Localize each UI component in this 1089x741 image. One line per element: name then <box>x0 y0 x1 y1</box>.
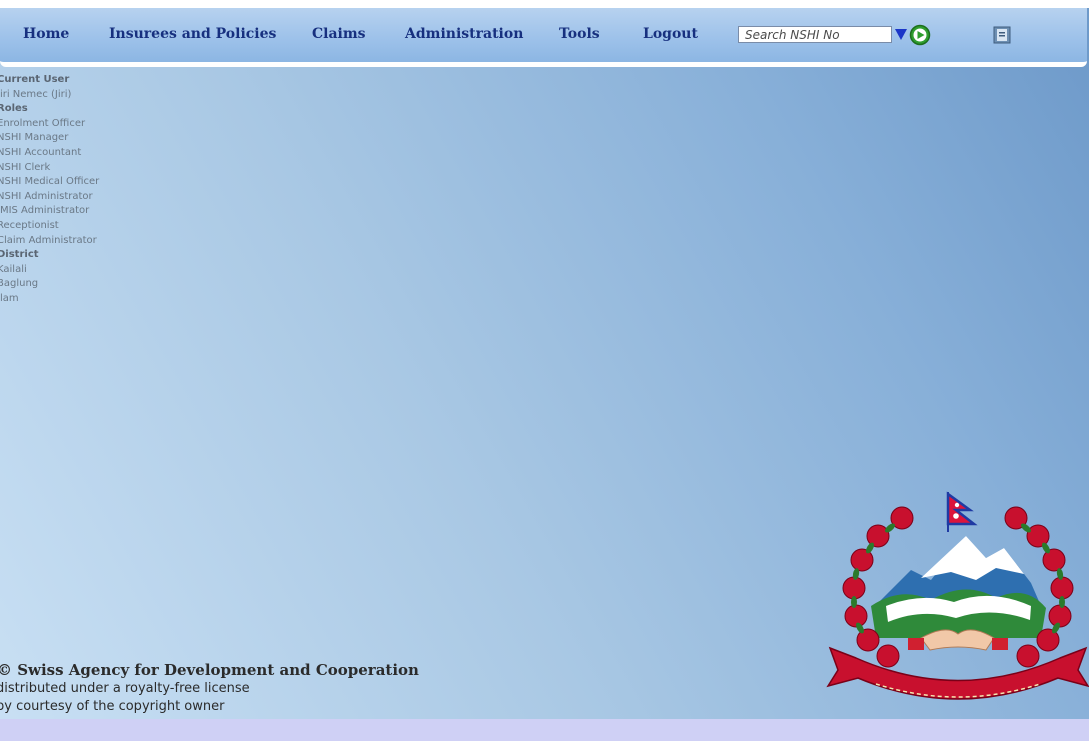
role-item: NSHI Manager <box>0 132 69 144</box>
help-book-icon[interactable] <box>993 26 1011 44</box>
role-item: NSHI Accountant <box>0 146 82 158</box>
courtesy-line: by courtesy of the copyright owner <box>0 699 225 714</box>
district-item: Ilam <box>0 292 19 304</box>
copyright-footer: © Swiss Agency for Development and Coope… <box>0 660 420 716</box>
menu-home[interactable]: Home <box>23 26 69 42</box>
district-item: Kailali <box>0 263 27 275</box>
role-item: NSHI Medical Officer <box>0 176 100 188</box>
roles-label: Roles <box>0 103 28 115</box>
license-line: distributed under a royalty-free license <box>0 681 250 696</box>
main-menu-bar: Home Insurees and Policies Claims Admini… <box>0 8 1087 67</box>
menu-logout[interactable]: Logout <box>643 26 698 42</box>
menu-administration[interactable]: Administration <box>405 26 523 42</box>
user-info-panel: Current User Jiri Nemec (Jiri) Roles Enr… <box>0 73 140 307</box>
role-item: IMIS Administrator <box>0 205 90 217</box>
triangle-down-icon[interactable] <box>895 29 907 40</box>
copyright-line: © Swiss Agency for Development and Coope… <box>0 661 419 679</box>
role-item: Claim Administrator <box>0 234 97 246</box>
bottom-status-bar <box>0 719 1089 741</box>
menu-tools[interactable]: Tools <box>559 26 600 42</box>
role-item: Receptionist <box>0 219 59 231</box>
green-play-icon[interactable] <box>909 24 931 46</box>
current-user-label: Current User <box>0 74 70 85</box>
menu-claims[interactable]: Claims <box>312 26 366 42</box>
role-item: Enrolment Officer <box>0 117 86 129</box>
current-user-name: Jiri Nemec (Jiri) <box>0 88 72 100</box>
top-strip <box>0 0 1089 8</box>
nepal-emblem <box>826 491 1089 700</box>
district-item: Baglung <box>0 278 39 290</box>
menu-insurees-and-policies[interactable]: Insurees and Policies <box>109 26 276 42</box>
role-item: NSHI Clerk <box>0 161 51 173</box>
role-item: NSHI Administrator <box>0 190 93 202</box>
search-nshi-input[interactable] <box>738 26 892 43</box>
district-label: District <box>0 249 39 261</box>
